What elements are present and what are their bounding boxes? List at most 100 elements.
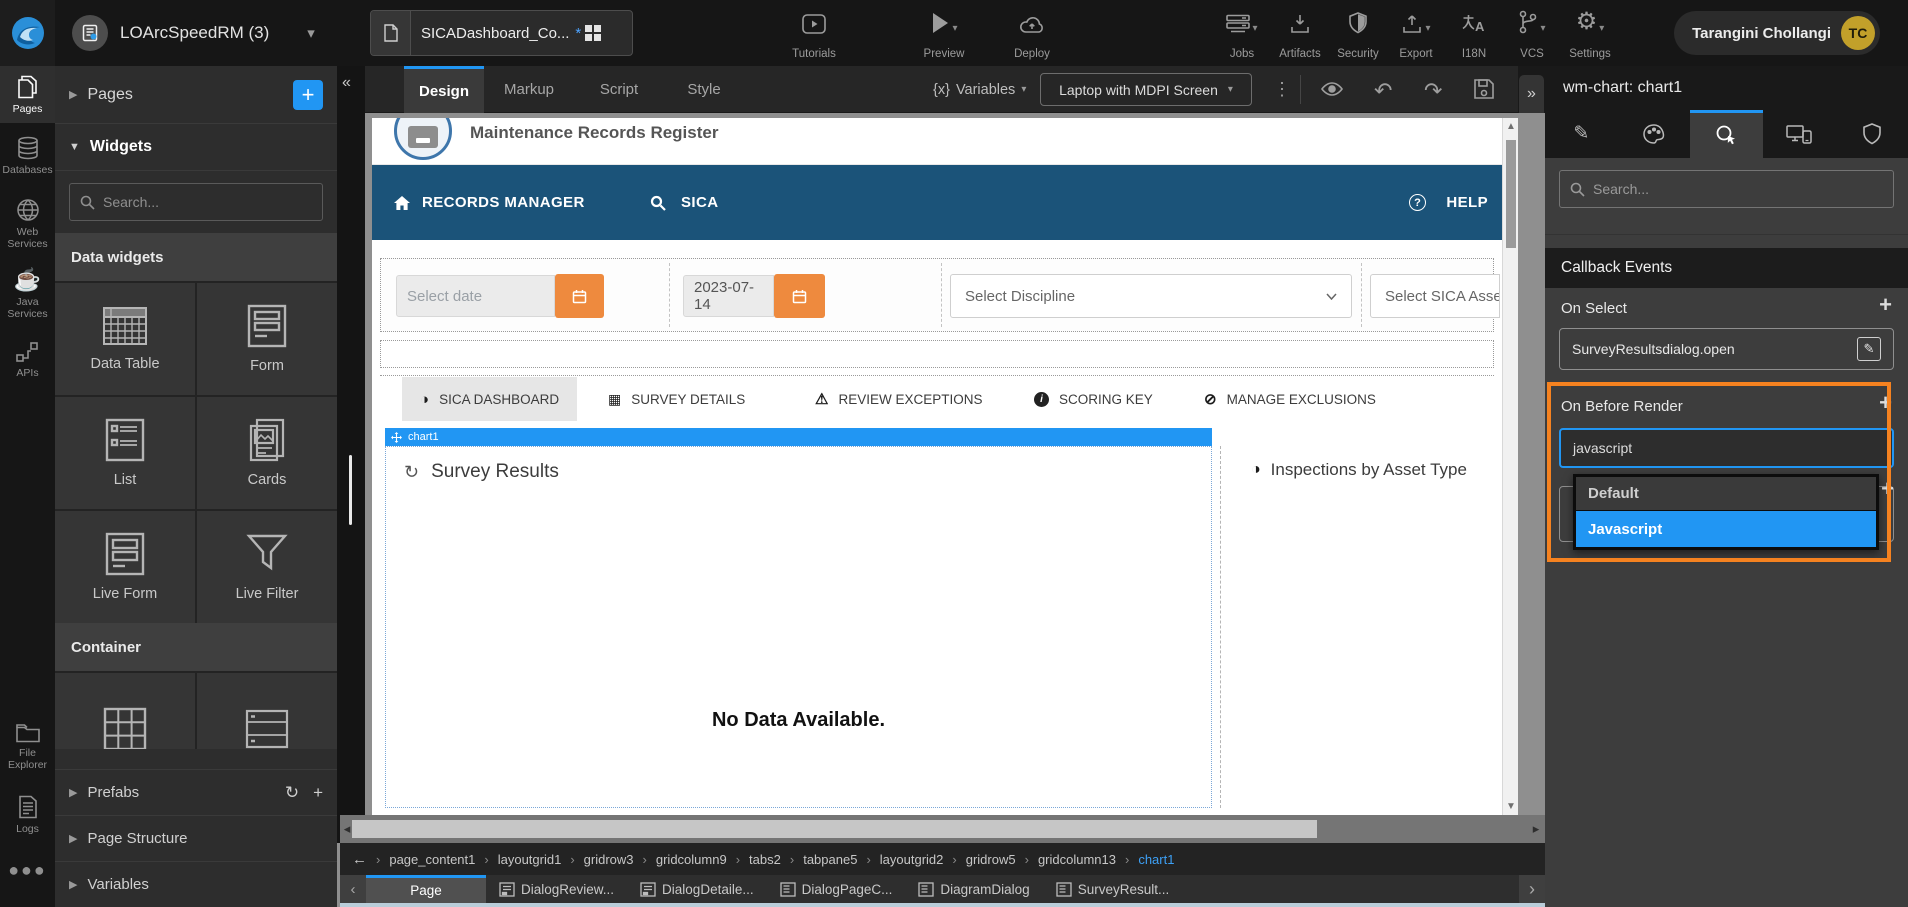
sidebar-item-databases[interactable]: Databases <box>0 123 55 189</box>
app-tab-review-exceptions[interactable]: ⚠REVIEW EXCEPTIONS <box>797 377 1000 421</box>
widget-tile-layout-grid-icon[interactable] <box>55 673 195 749</box>
topbar-action-vcs[interactable]: ▾VCS <box>1508 8 1556 60</box>
save-icon[interactable] <box>1473 78 1495 100</box>
sidebar-item-pages[interactable]: Pages <box>0 66 55 123</box>
sidebar-item-logs[interactable]: Logs <box>0 781 55 849</box>
app-nav-brand[interactable]: RECORDS MANAGER <box>422 165 585 240</box>
canvas-horizontal-scrollbar[interactable]: ◂ ▸ <box>340 815 1545 843</box>
artifact-tab-dialogdetaile[interactable]: DialogDetaile... <box>627 875 767 903</box>
selected-widget-header[interactable]: chart1 <box>385 428 1212 446</box>
panel-tab-events[interactable] <box>1690 110 1763 158</box>
breadcrumb-back-icon[interactable]: ← <box>352 851 367 868</box>
canvas-vertical-scrollbar[interactable]: ▲ ▼ <box>1502 118 1518 815</box>
artifact-tab-surveyresult[interactable]: SurveyResult... <box>1043 875 1183 903</box>
project-selector[interactable]: LOArcSpeedRM (3) ▾ <box>72 0 315 66</box>
topbar-action-preview[interactable]: ▾Preview <box>912 8 976 60</box>
sidebar-item-java-services[interactable]: ☕Java Services <box>0 259 55 329</box>
app-nav-help[interactable]: HELP <box>1446 165 1488 240</box>
artifact-tab-dialogreview[interactable]: DialogReview... <box>486 875 627 903</box>
widget-search-input[interactable]: Search... <box>69 183 323 221</box>
sidebar-item-file-explorer[interactable]: File Explorer <box>0 713 55 781</box>
topbar-action-jobs[interactable]: ▾Jobs <box>1218 8 1266 60</box>
studio-logo[interactable] <box>0 0 55 66</box>
panel-tab-properties[interactable]: ✎ <box>1545 110 1618 158</box>
variables-button[interactable]: {x} Variables ▾ <box>933 66 1026 113</box>
app-tab-scoring-key[interactable]: iSCORING KEY <box>1016 377 1171 421</box>
artifact-tab-dialogpagec[interactable]: DialogPageC... <box>767 875 906 903</box>
breadcrumb-item-gridrow3[interactable]: gridrow3 <box>584 852 634 867</box>
add-on-select-button[interactable]: + <box>1879 294 1892 316</box>
device-selector[interactable]: Laptop with MDPI Screen ▾ <box>1040 73 1252 106</box>
widget-tile-live-filter[interactable]: Live Filter <box>197 511 337 623</box>
panel-scrollbar-thumb[interactable] <box>349 455 352 525</box>
topbar-action-i18n[interactable]: AI18N <box>1450 8 1498 60</box>
breadcrumb-item-layoutgrid1[interactable]: layoutgrid1 <box>498 852 562 867</box>
sidebar-item-more[interactable]: ●●● <box>0 849 55 893</box>
scrollbar-thumb[interactable] <box>1506 140 1516 248</box>
breadcrumb-item-tabpane5[interactable]: tabpane5 <box>803 852 857 867</box>
date-from-input[interactable]: Select date <box>396 275 555 317</box>
preview-eye-icon[interactable] <box>1320 78 1344 100</box>
on-select-value-input[interactable]: SurveyResultsdialog.open ✎ <box>1559 328 1894 370</box>
panel-row-prefabs[interactable]: ▶Prefabs↻+ <box>55 769 337 815</box>
kebab-menu-icon[interactable]: ⋮ <box>1273 79 1291 100</box>
breadcrumb-item-tabs2[interactable]: tabs2 <box>749 852 781 867</box>
scroll-down-icon[interactable]: ▼ <box>1503 801 1519 812</box>
breadcrumb-item-gridcolumn9[interactable]: gridcolumn9 <box>656 852 727 867</box>
add-page-button[interactable]: + <box>293 80 323 110</box>
sidebar-item-apis[interactable]: APIs <box>0 329 55 391</box>
app-tab-survey-details[interactable]: ▦SURVEY DETAILS <box>590 377 763 421</box>
add-on-before-render-button[interactable]: + <box>1879 392 1892 414</box>
panel-row-page-structure[interactable]: ▶Page Structure <box>55 815 337 861</box>
right-panel-toggle[interactable]: » <box>1518 66 1545 113</box>
app-tab-manage-exclusions[interactable]: ⊘MANAGE EXCLUSIONS <box>1186 377 1394 421</box>
sidebar-item-web-services[interactable]: Web Services <box>0 189 55 259</box>
dropdown-option-javascript[interactable]: Javascript <box>1576 511 1876 547</box>
topbar-action-tutorials[interactable]: Tutorials <box>782 8 846 60</box>
widget-tile-cards[interactable]: Cards <box>197 397 337 509</box>
topbar-action-security[interactable]: Security <box>1334 8 1382 60</box>
breadcrumb-item-page-content1[interactable]: page_content1 <box>389 852 475 867</box>
design-canvas[interactable]: Maintenance Records Register RECORDS MAN… <box>372 118 1502 815</box>
calendar-button[interactable] <box>555 274 604 318</box>
topbar-action-deploy[interactable]: Deploy <box>1000 8 1064 60</box>
widget-tile-list[interactable]: List <box>55 397 195 509</box>
tabs-scroll-right-icon[interactable]: › <box>1519 875 1545 903</box>
mode-tab-markup[interactable]: Markup <box>484 66 574 113</box>
add-prefab-icon[interactable]: + <box>313 783 323 803</box>
tabs-scroll-left-icon[interactable]: ‹ <box>340 875 366 903</box>
app-nav-search-label[interactable]: SICA <box>681 165 718 240</box>
user-menu[interactable]: Tarangini Chollangi TC <box>1674 11 1880 55</box>
inspections-chart[interactable]: ◑ Inspections by Asset Type <box>1220 446 1494 808</box>
collapse-left-icon[interactable]: « <box>342 74 351 92</box>
asset-select[interactable]: Select SICA Asse <box>1370 274 1500 318</box>
search-icon[interactable] <box>650 165 666 240</box>
widget-tile-data-table[interactable]: Data Table <box>55 283 195 395</box>
date-to-input[interactable]: 2023-07-14 <box>683 275 774 317</box>
discipline-select[interactable]: Select Discipline <box>950 274 1352 318</box>
breadcrumb-item-gridcolumn13[interactable]: gridcolumn13 <box>1038 852 1116 867</box>
widget-tile-panel-icon[interactable] <box>197 673 337 749</box>
open-file-tab[interactable]: SICADashboard_Co... * <box>370 10 633 56</box>
refresh-icon[interactable]: ↻ <box>285 783 299 803</box>
artifact-tab-page[interactable]: Page <box>366 875 486 903</box>
undo-icon[interactable]: ↶ <box>1374 80 1392 102</box>
scroll-up-icon[interactable]: ▲ <box>1503 121 1519 132</box>
panel-row-variables[interactable]: ▶Variables <box>55 861 337 907</box>
artifact-tab-diagramdialog[interactable]: DiagramDialog <box>905 875 1042 903</box>
app-tab-sica-dashboard[interactable]: ◑SICA DASHBOARD <box>402 377 577 421</box>
topbar-action-export[interactable]: ▾Export <box>1392 8 1440 60</box>
widgets-section-header[interactable]: ▼ Widgets <box>55 124 337 171</box>
help-icon[interactable]: ? <box>1409 165 1426 240</box>
survey-results-chart[interactable]: ↻ Survey Results No Data Available. <box>385 446 1212 808</box>
pages-section-header[interactable]: ▶ Pages + <box>55 66 337 124</box>
panel-tab-styles[interactable] <box>1618 110 1691 158</box>
panel-tab-security[interactable] <box>1835 110 1908 158</box>
mode-tab-design[interactable]: Design <box>404 66 484 113</box>
scroll-right-icon[interactable]: ▸ <box>1529 821 1543 837</box>
scrollbar-thumb[interactable] <box>352 820 1317 838</box>
breadcrumb-item-chart1[interactable]: chart1 <box>1138 852 1174 867</box>
topbar-action-artifacts[interactable]: Artifacts <box>1276 8 1324 60</box>
panel-tab-devices[interactable] <box>1763 110 1836 158</box>
redo-icon[interactable]: ↷ <box>1424 80 1442 102</box>
